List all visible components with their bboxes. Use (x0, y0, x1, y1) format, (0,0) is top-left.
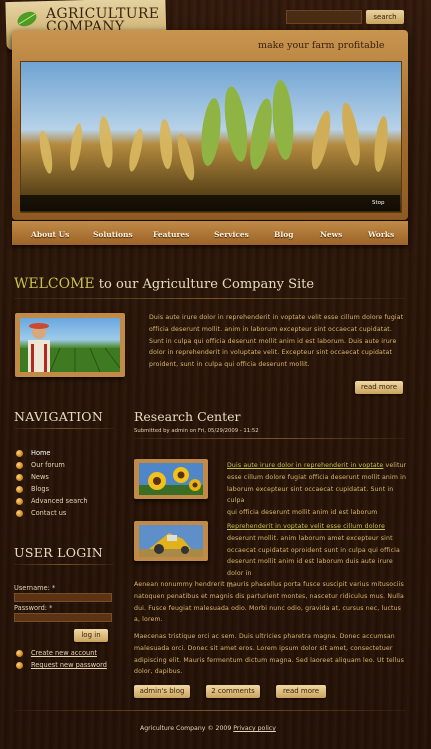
research-entry-2-line: deserunt mollit anim id est laborum duis… (227, 558, 393, 578)
username-field[interactable] (14, 593, 112, 602)
username-label: Username: * (14, 584, 56, 592)
sidebar-item-advanced-search[interactable]: Advanced search (31, 497, 88, 505)
copyright-text: Agriculture Company © 2009 (140, 725, 234, 732)
menu-item-works[interactable]: Works (368, 230, 394, 239)
bullet-icon (16, 510, 23, 517)
research-paragraph-line: Maecenas tristique orci ac sem. Duis ult… (134, 633, 395, 640)
research-paragraph-1: Aenean nonummy hendrerit mauris phasellu… (134, 579, 412, 626)
comments-button[interactable]: 2 comments (206, 685, 260, 698)
menu-item-services[interactable]: Services (214, 230, 249, 239)
menu-item-about-us[interactable]: About Us (31, 230, 69, 239)
menu-item-news[interactable]: News (320, 230, 342, 239)
divider (14, 428, 114, 429)
research-read-more-button[interactable]: read more (276, 685, 326, 698)
password-label: Password: * (14, 604, 53, 612)
bullet-icon (16, 662, 23, 669)
farmer-photo (20, 318, 120, 372)
footer: Agriculture Company © 2009 Privacy polic… (140, 725, 276, 732)
welcome-heading: WELCOME to our Agriculture Company Site (14, 276, 314, 292)
research-paragraph-2: Maecenas tristique orci ac sem. Duis ult… (134, 631, 412, 678)
research-paragraph-line: Aenean nonummy hendrerit mauris phasellu… (134, 581, 404, 588)
user-login-heading: USER LOGIN (14, 545, 104, 560)
machinery-thumbnail (139, 525, 203, 557)
welcome-line: dolor in reprehenderit in voluptate veli… (149, 349, 393, 357)
bullet-icon (16, 462, 23, 469)
research-entry-2-link[interactable]: Reprehenderit in voptate velit esse cill… (227, 521, 411, 533)
navigation-heading: NAVIGATION (14, 409, 104, 424)
menu-item-features[interactable]: Features (153, 230, 189, 239)
menu-item-solutions[interactable]: Solutions (93, 230, 133, 239)
bullet-icon (16, 450, 23, 457)
footer-divider (14, 710, 406, 711)
search-button[interactable]: search (366, 10, 404, 24)
research-paragraph-line: natoquen penatibus et magnis dis parturi… (134, 592, 404, 600)
bullet-icon (16, 498, 23, 505)
divider (14, 564, 114, 565)
password-field[interactable] (14, 613, 112, 622)
research-center-heading: Research Center (134, 409, 241, 424)
welcome-line: Duis aute irure dolor in reprehenderit i… (149, 314, 404, 321)
admins-blog-button[interactable]: admin's blog (134, 685, 190, 698)
welcome-heading-rest: to our Agriculture Company Site (94, 277, 315, 292)
research-entry-2-line: deserunt mollit. anim laborum amet excep… (227, 534, 393, 542)
research-entry-1-line1-rest: velitur (383, 462, 407, 469)
sidebar-item-blogs[interactable]: Blogs (31, 485, 49, 493)
research-entry-1-link[interactable]: Duis aute irure dolor in reprehenderit i… (227, 462, 383, 469)
research-entry-1-line: esse cillum dolore fugiat officia deseru… (227, 473, 407, 481)
welcome-line: Sunt in culpa qui officia deserunt molli… (149, 337, 397, 345)
menu-item-blog[interactable]: Blog (274, 230, 293, 239)
login-button[interactable]: log in (74, 629, 108, 642)
sidebar-item-our-forum[interactable]: Our forum (31, 461, 65, 469)
main-menu (12, 221, 408, 245)
divider (14, 298, 406, 299)
privacy-policy-link[interactable]: Privacy policy (233, 725, 276, 732)
research-paragraph-line: a, lorem. (134, 616, 163, 624)
research-entry-2-line: occaecat cupidatat oproident sunt in cul… (227, 546, 400, 554)
welcome-line: officia deserunt mollit. anim in laborum… (149, 325, 392, 333)
slideshow-stop-button[interactable]: Stop (372, 200, 385, 206)
sidebar-item-contact-us[interactable]: Contact us (31, 509, 66, 517)
research-entry-1-line: qui officia deserunt mollit anim id est … (227, 509, 378, 517)
bullet-icon (16, 474, 23, 481)
request-password-link[interactable]: Request new password (31, 661, 107, 669)
submitted-info: Submitted by admin on Fri, 05/29/2009 - … (134, 428, 259, 434)
bullet-icon (16, 650, 23, 657)
slideshow-control-bar (20, 195, 400, 211)
research-paragraph-line: dui. Fusce feugiat malesuada odio. Morbi… (134, 604, 402, 612)
divider (134, 438, 406, 439)
search-input[interactable] (286, 10, 362, 24)
welcome-highlight: WELCOME (14, 276, 95, 292)
research-entry-1-first-line: Duis aute irure dolor in reprehenderit i… (227, 460, 411, 472)
welcome-read-more-button[interactable]: read more (355, 381, 403, 394)
wheat-illustration (21, 62, 401, 212)
wheat-banner-image (20, 61, 402, 213)
bullet-icon (16, 486, 23, 493)
tagline: make your farm profitable (258, 40, 385, 51)
create-account-link[interactable]: Create new account (31, 649, 97, 657)
research-paragraph-line: dolor, dapibus. (134, 668, 183, 676)
welcome-paragraph: Duis aute irure dolor in reprehenderit i… (149, 312, 411, 371)
research-entry-1-line: laborum excepteur sint occaecat cupidata… (227, 485, 394, 505)
sidebar-item-home[interactable]: Home (31, 449, 50, 457)
welcome-line: proident, sunt in culpa qui officia dese… (149, 361, 310, 369)
sidebar-item-news[interactable]: News (31, 473, 49, 481)
research-entry-1: Duis aute irure dolor in reprehenderit i… (227, 460, 411, 519)
research-paragraph-line: adipiscing elit. Mauris fermentum dictum… (134, 656, 405, 664)
leaf-logo-icon (17, 11, 37, 27)
sunflower-thumbnail (139, 463, 203, 495)
research-paragraph-line: malesuada orci. Donec sit amet eros. Lor… (134, 644, 393, 652)
